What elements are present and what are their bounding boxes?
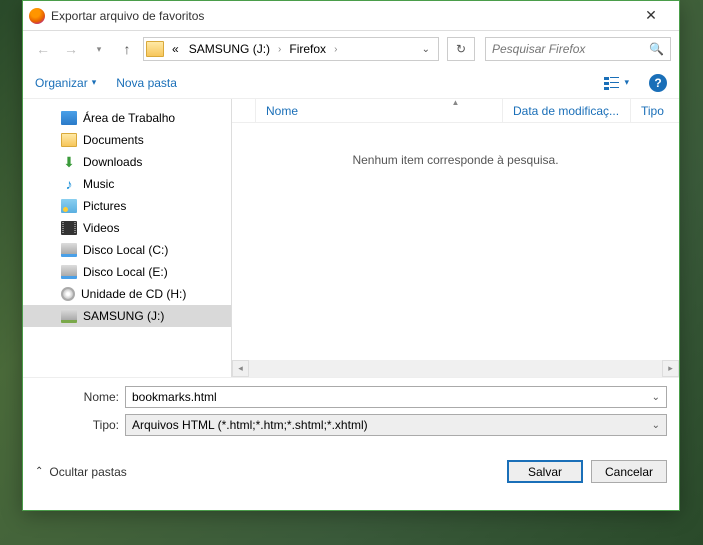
tree-disk-c[interactable]: Disco Local (C:) xyxy=(23,239,231,261)
usb-icon xyxy=(61,309,77,323)
cancel-button[interactable]: Cancelar xyxy=(591,460,667,483)
close-button[interactable]: ✕ xyxy=(631,2,671,30)
horizontal-scrollbar[interactable]: ◂ ▸ xyxy=(232,360,679,377)
help-button[interactable]: ? xyxy=(649,74,667,92)
tree-music[interactable]: ♪Music xyxy=(23,173,231,195)
col-type[interactable]: Tipo xyxy=(631,99,679,122)
up-button[interactable]: ↑ xyxy=(115,37,139,61)
view-options-button[interactable]: ▾ xyxy=(604,76,629,90)
form-area: Nome: bookmarks.html ⌄ Tipo: Arquivos HT… xyxy=(23,378,679,450)
search-input[interactable] xyxy=(492,42,649,56)
download-icon: ⬇ xyxy=(61,155,77,169)
refresh-button[interactable]: ↻ xyxy=(447,37,475,61)
new-folder-button[interactable]: Nova pasta xyxy=(116,76,177,90)
scroll-right-button[interactable]: ▸ xyxy=(662,360,679,377)
scroll-track[interactable] xyxy=(249,360,662,377)
nav-row: ← → ▾ ↑ « SAMSUNG (J:) › Firefox › ⌄ ↻ 🔍 xyxy=(23,31,679,67)
disk-icon xyxy=(61,243,77,257)
folder-icon xyxy=(61,133,77,147)
tree-videos[interactable]: Videos xyxy=(23,217,231,239)
tree-pane[interactable]: Área de Trabalho Documents ⬇Downloads ♪M… xyxy=(23,99,231,377)
filename-label: Nome: xyxy=(35,390,125,404)
chevron-up-icon: ⌃ xyxy=(35,466,43,477)
col-name[interactable]: Nome xyxy=(256,99,503,122)
filetype-combo[interactable]: Arquivos HTML (*.html;*.htm;*.shtml;*.xh… xyxy=(125,414,667,436)
filetype-label: Tipo: xyxy=(35,418,125,432)
tree-downloads[interactable]: ⬇Downloads xyxy=(23,151,231,173)
back-button: ← xyxy=(31,37,55,61)
disk-icon xyxy=(61,265,77,279)
filename-input[interactable]: bookmarks.html ⌄ xyxy=(125,386,667,408)
crumb-folder[interactable]: Firefox xyxy=(285,40,330,58)
col-date[interactable]: Data de modificaç... xyxy=(503,99,631,122)
list-pane: ▲ Nome Data de modificaç... Tipo Nenhum … xyxy=(232,99,679,377)
crumb-sep: › xyxy=(276,44,283,55)
toolbar: Organizar▾ Nova pasta ▾ ? xyxy=(23,67,679,99)
col-checkbox[interactable] xyxy=(232,99,256,122)
recent-dropdown[interactable]: ▾ xyxy=(87,37,111,61)
save-button[interactable]: Salvar xyxy=(507,460,583,483)
folder-icon xyxy=(146,41,164,57)
hide-folders-toggle[interactable]: ⌃ Ocultar pastas xyxy=(35,465,127,479)
pictures-icon xyxy=(61,199,77,213)
list-header: ▲ Nome Data de modificaç... Tipo xyxy=(232,99,679,123)
button-row: ⌃ Ocultar pastas Salvar Cancelar xyxy=(23,450,679,495)
tree-cd-h[interactable]: Unidade de CD (H:) xyxy=(23,283,231,305)
tree-desktop[interactable]: Área de Trabalho xyxy=(23,107,231,129)
address-dropdown[interactable]: ⌄ xyxy=(416,44,436,55)
forward-button: → xyxy=(59,37,83,61)
tree-disk-e[interactable]: Disco Local (E:) xyxy=(23,261,231,283)
main-area: Área de Trabalho Documents ⬇Downloads ♪M… xyxy=(23,99,679,377)
save-dialog: Exportar arquivo de favoritos ✕ ← → ▾ ↑ … xyxy=(22,0,680,511)
search-box[interactable]: 🔍 xyxy=(485,37,671,61)
organize-menu[interactable]: Organizar▾ xyxy=(35,76,96,90)
filetype-dropdown-icon[interactable]: ⌄ xyxy=(652,420,660,431)
tree-documents[interactable]: Documents xyxy=(23,129,231,151)
cd-icon xyxy=(61,287,75,301)
empty-message: Nenhum item corresponde à pesquisa. xyxy=(352,153,558,167)
firefox-icon xyxy=(29,8,45,24)
tree-samsung-j[interactable]: SAMSUNG (J:) xyxy=(23,305,231,327)
crumb-drive[interactable]: SAMSUNG (J:) xyxy=(185,40,274,58)
filename-dropdown-icon[interactable]: ⌄ xyxy=(652,392,660,403)
titlebar: Exportar arquivo de favoritos ✕ xyxy=(23,1,679,31)
sort-indicator-icon: ▲ xyxy=(452,99,460,107)
tree-pictures[interactable]: Pictures xyxy=(23,195,231,217)
list-body[interactable]: Nenhum item corresponde à pesquisa. xyxy=(232,123,679,360)
window-title: Exportar arquivo de favoritos xyxy=(51,9,631,23)
scroll-left-button[interactable]: ◂ xyxy=(232,360,249,377)
crumb-prefix[interactable]: « xyxy=(168,40,183,58)
search-icon: 🔍 xyxy=(649,42,664,56)
desktop-icon xyxy=(61,111,77,125)
address-bar[interactable]: « SAMSUNG (J:) › Firefox › ⌄ xyxy=(143,37,439,61)
videos-icon xyxy=(61,221,77,235)
crumb-sep-end: › xyxy=(332,44,339,55)
music-icon: ♪ xyxy=(61,177,77,191)
